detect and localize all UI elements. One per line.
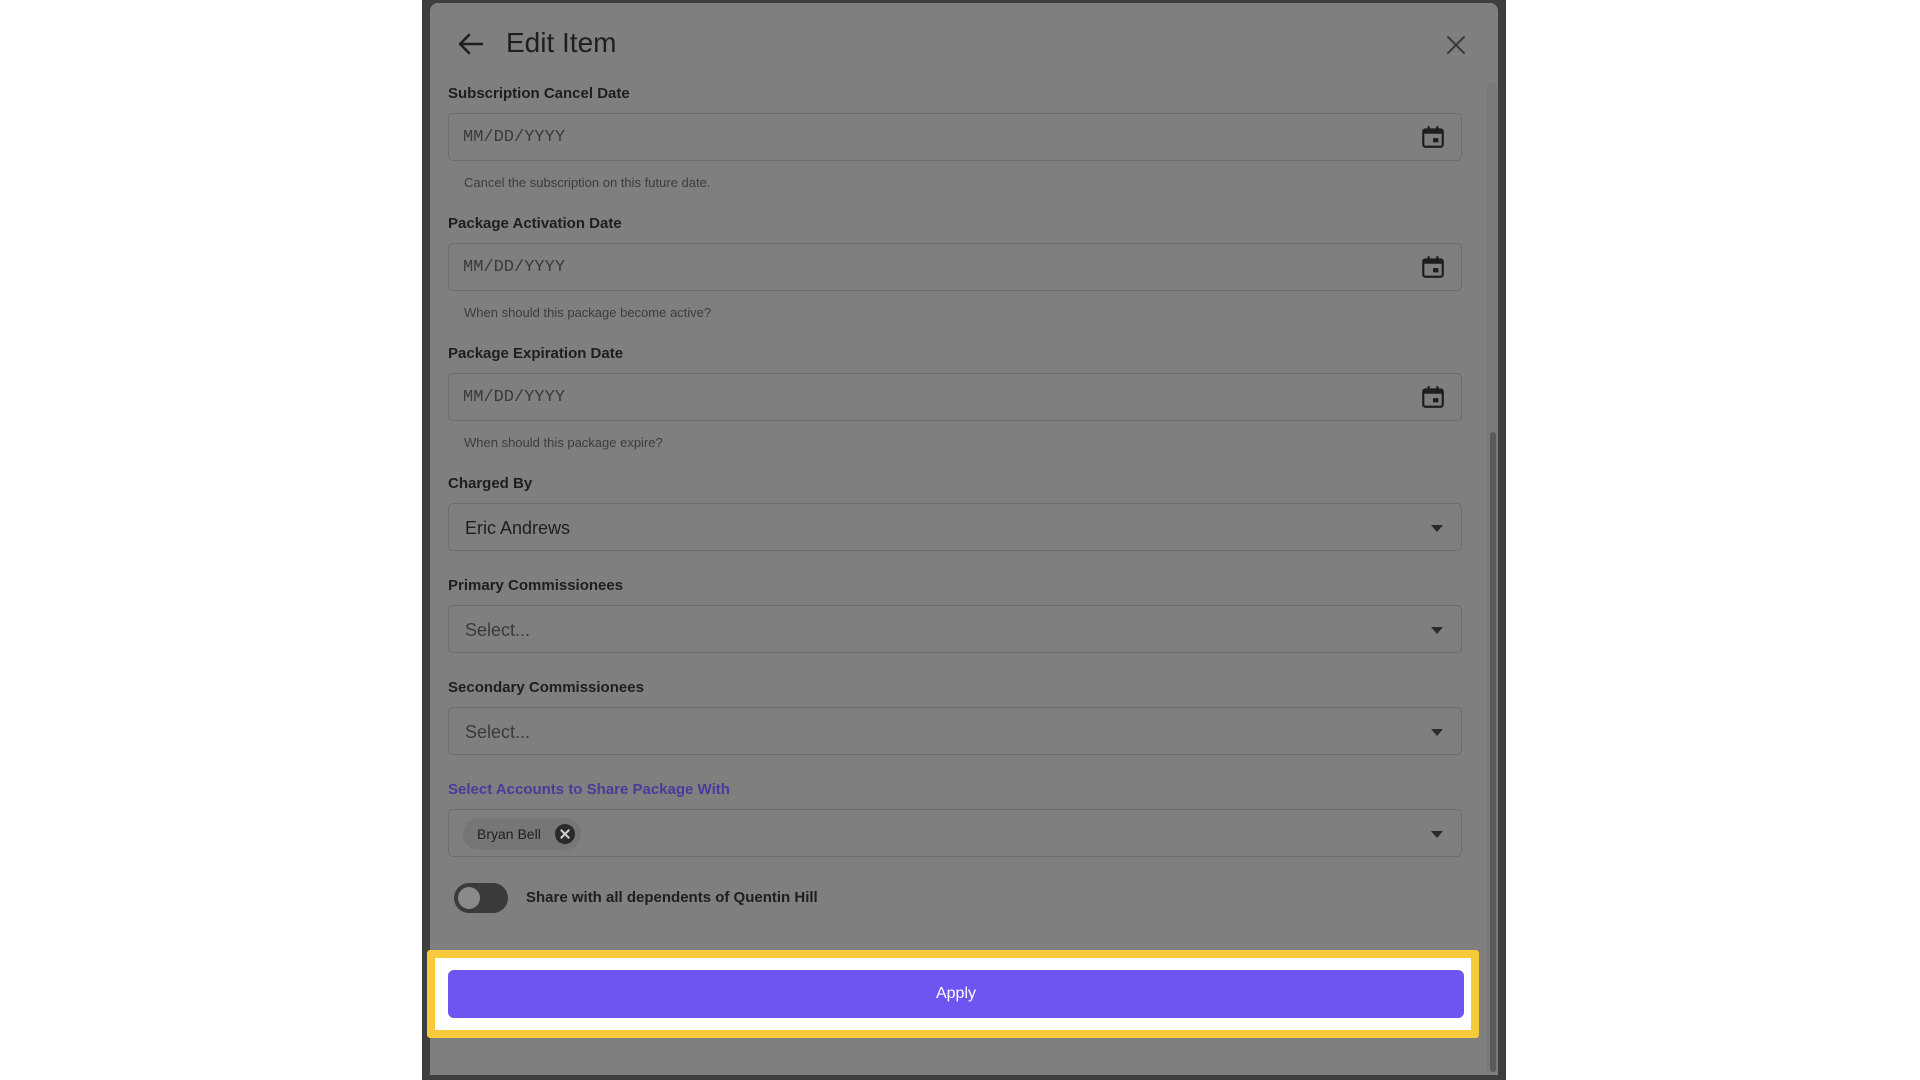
modal-title: Edit Item — [506, 27, 617, 58]
toggle-knob — [458, 887, 480, 909]
expiration-date-label: Package Expiration Date — [448, 345, 624, 362]
secondary-commissionees-placeholder: Select... — [465, 722, 531, 742]
account-chip-label: Bryan Bell — [477, 826, 541, 842]
edit-item-modal: Edit Item Subscription Cancel Date Cance… — [430, 3, 1498, 1075]
cancel-date-helper: Cancel the subscription on this future d… — [464, 175, 711, 190]
charged-by-select[interactable]: Eric Andrews — [448, 503, 1462, 551]
chevron-down-icon — [1431, 831, 1443, 838]
share-dependents-toggle[interactable] — [454, 883, 508, 913]
back-arrow-icon[interactable] — [456, 29, 486, 59]
chevron-down-icon — [1431, 627, 1443, 634]
primary-commissionees-placeholder: Select... — [465, 620, 531, 640]
activation-date-input[interactable] — [448, 243, 1462, 291]
primary-commissionees-select[interactable]: Select... — [448, 605, 1462, 653]
expiration-date-helper: When should this package expire? — [464, 435, 663, 450]
chevron-down-icon — [1431, 525, 1443, 532]
remove-chip-icon[interactable] — [554, 824, 575, 844]
expiration-date-input[interactable] — [448, 373, 1462, 421]
secondary-commissionees-select[interactable]: Select... — [448, 707, 1462, 755]
primary-commissionees-label: Primary Commissionees — [448, 577, 624, 594]
secondary-commissionees-label: Secondary Commissionees — [448, 679, 644, 696]
share-accounts-select[interactable]: Bryan Bell — [448, 809, 1462, 857]
scrollbar-thumb[interactable] — [1490, 432, 1496, 1072]
activation-date-helper: When should this package become active? — [464, 305, 712, 320]
chevron-down-icon — [1431, 729, 1443, 736]
modal-header: Edit Item — [430, 3, 1498, 83]
charged-by-value: Eric Andrews — [465, 518, 571, 538]
apply-button[interactable]: Apply — [448, 970, 1464, 1018]
account-chip[interactable]: Bryan Bell — [463, 818, 581, 850]
share-accounts-label: Select Accounts to Share Package With — [448, 781, 730, 798]
cancel-date-input[interactable] — [448, 113, 1462, 161]
calendar-icon[interactable] — [1420, 124, 1446, 150]
close-icon[interactable] — [1444, 33, 1468, 57]
cancel-date-label: Subscription Cancel Date — [448, 85, 630, 102]
charged-by-label: Charged By — [448, 475, 533, 492]
modal-content: Subscription Cancel Date Cancel the subs… — [430, 83, 1498, 1075]
calendar-icon[interactable] — [1420, 384, 1446, 410]
calendar-icon[interactable] — [1420, 254, 1446, 280]
share-dependents-label: Share with all dependents of Quentin Hil… — [526, 889, 818, 906]
activation-date-label: Package Activation Date — [448, 215, 622, 232]
